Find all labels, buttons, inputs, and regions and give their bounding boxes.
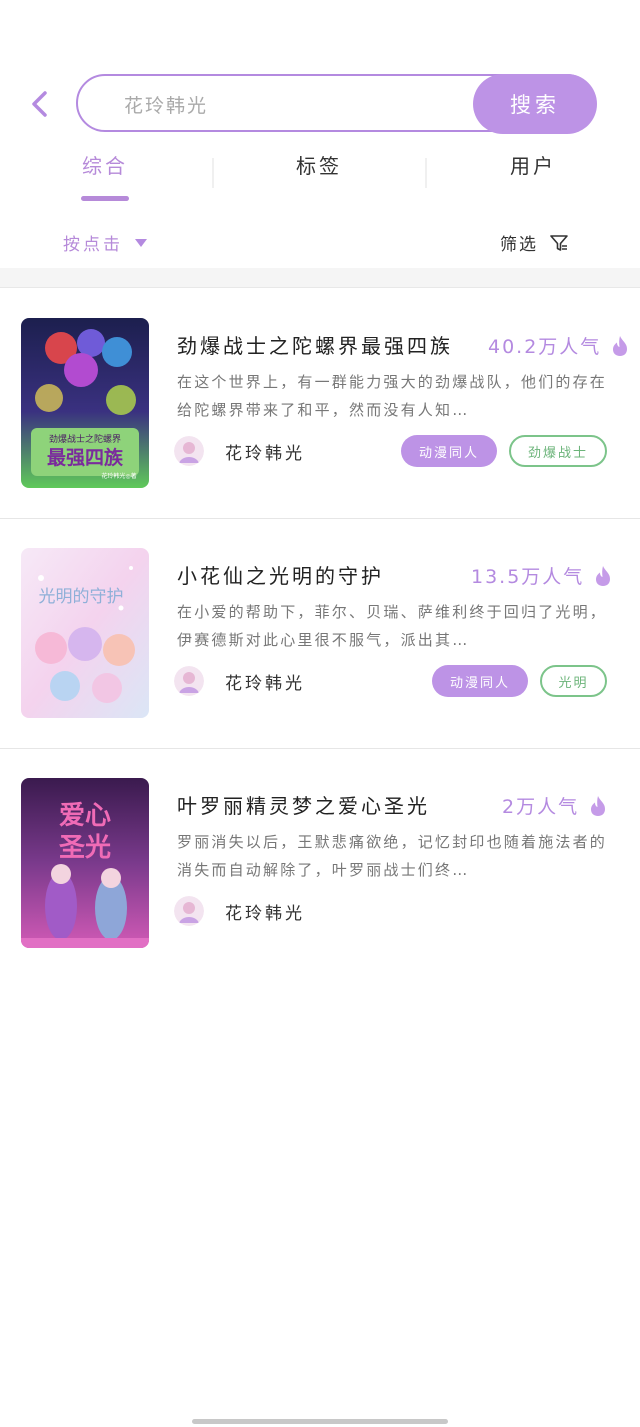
avatar bbox=[174, 896, 204, 926]
tab-bar: 综合 标签 用户 bbox=[0, 140, 640, 204]
chevron-left-icon bbox=[32, 91, 47, 117]
avatar bbox=[174, 666, 204, 696]
svg-text:花玲韩光◎著: 花玲韩光◎著 bbox=[101, 472, 136, 480]
author-name: 花玲韩光 bbox=[225, 673, 305, 694]
book-description: 在这个世界上，有一群能力强大的劲爆战队，他们的存在给陀螺界带来了和平，然而没有人… bbox=[177, 373, 608, 419]
tag-chip[interactable]: 光明 bbox=[540, 665, 607, 697]
search-button[interactable]: 搜索 bbox=[473, 74, 597, 134]
popularity: 13.5万人气 bbox=[471, 562, 612, 589]
tab-active-indicator bbox=[81, 196, 129, 201]
popularity-count: 2万人气 bbox=[502, 796, 580, 818]
book-cover: 光明的守护 bbox=[21, 548, 149, 718]
svg-text:爱心: 爱心 bbox=[59, 801, 111, 831]
author-row: 花玲韩光 bbox=[174, 896, 305, 926]
author-row: 花玲韩光 bbox=[174, 666, 305, 696]
svg-text:光明的守护: 光明的守护 bbox=[39, 587, 124, 607]
popularity-count: 40.2万人气 bbox=[488, 336, 602, 358]
result-card[interactable]: 劲爆战士之陀螺界 最强四族 花玲韩光◎著 劲爆战士之陀螺界最强四族 40.2万人… bbox=[0, 289, 640, 519]
tab-divider bbox=[212, 158, 214, 188]
author-row: 花玲韩光 bbox=[174, 436, 305, 466]
popularity-count: 13.5万人气 bbox=[471, 566, 585, 588]
avatar bbox=[174, 436, 204, 466]
book-title: 劲爆战士之陀螺界最强四族 bbox=[177, 334, 453, 358]
filter-label: 筛选 bbox=[500, 235, 538, 255]
filter-button[interactable]: 筛选 bbox=[500, 230, 568, 255]
flame-icon bbox=[613, 335, 628, 356]
book-cover: 爱心 圣光 bbox=[21, 778, 149, 948]
author-name: 花玲韩光 bbox=[225, 903, 305, 924]
home-indicator[interactable] bbox=[192, 1419, 448, 1424]
flame-icon bbox=[596, 565, 611, 586]
tag-chip[interactable]: 动漫同人 bbox=[401, 435, 497, 467]
tab-tags[interactable]: 标签 bbox=[296, 150, 342, 179]
svg-text:圣光: 圣光 bbox=[59, 833, 111, 863]
author-name: 花玲韩光 bbox=[225, 443, 305, 464]
book-description: 罗丽消失以后，王默悲痛欲绝，记忆封印也随着施法者的消失而自动解除了，叶罗丽战士们… bbox=[177, 833, 608, 879]
result-card[interactable]: 爱心 圣光 叶罗丽精灵梦之爱心圣光 2万人气 罗丽消失以后，王默悲痛欲绝，记忆封… bbox=[0, 749, 640, 979]
tag-chip[interactable]: 动漫同人 bbox=[432, 665, 528, 697]
popularity: 40.2万人气 bbox=[488, 332, 629, 359]
svg-text:最强四族: 最强四族 bbox=[47, 446, 124, 469]
book-title: 叶罗丽精灵梦之爱心圣光 bbox=[177, 794, 430, 818]
tab-divider bbox=[425, 158, 427, 188]
tab-all[interactable]: 综合 bbox=[82, 150, 128, 179]
sort-label: 按点击 bbox=[63, 235, 123, 255]
svg-text:劲爆战士之陀螺界: 劲爆战士之陀螺界 bbox=[49, 433, 121, 445]
tab-users[interactable]: 用户 bbox=[510, 150, 556, 179]
search-input[interactable] bbox=[124, 88, 424, 120]
back-button[interactable] bbox=[26, 88, 52, 120]
filter-bar: 按点击 筛选 bbox=[0, 222, 640, 262]
filter-icon bbox=[550, 234, 568, 251]
section-divider bbox=[0, 268, 640, 288]
popularity: 2万人气 bbox=[502, 792, 607, 819]
result-card[interactable]: 光明的守护 小花仙之光明的守护 13.5万人气 在小爱的帮助下，菲尔、贝瑞、萨维… bbox=[0, 519, 640, 749]
flame-icon bbox=[591, 795, 606, 816]
book-title: 小花仙之光明的守护 bbox=[177, 564, 384, 588]
tag-chip[interactable]: 劲爆战士 bbox=[509, 435, 607, 467]
book-cover: 劲爆战士之陀螺界 最强四族 花玲韩光◎著 bbox=[21, 318, 149, 488]
sort-dropdown[interactable]: 按点击 bbox=[63, 230, 147, 255]
caret-down-icon bbox=[135, 238, 147, 247]
book-description: 在小爱的帮助下，菲尔、贝瑞、萨维利终于回归了光明，伊赛德斯对此心里很不服气，派出… bbox=[177, 603, 608, 649]
